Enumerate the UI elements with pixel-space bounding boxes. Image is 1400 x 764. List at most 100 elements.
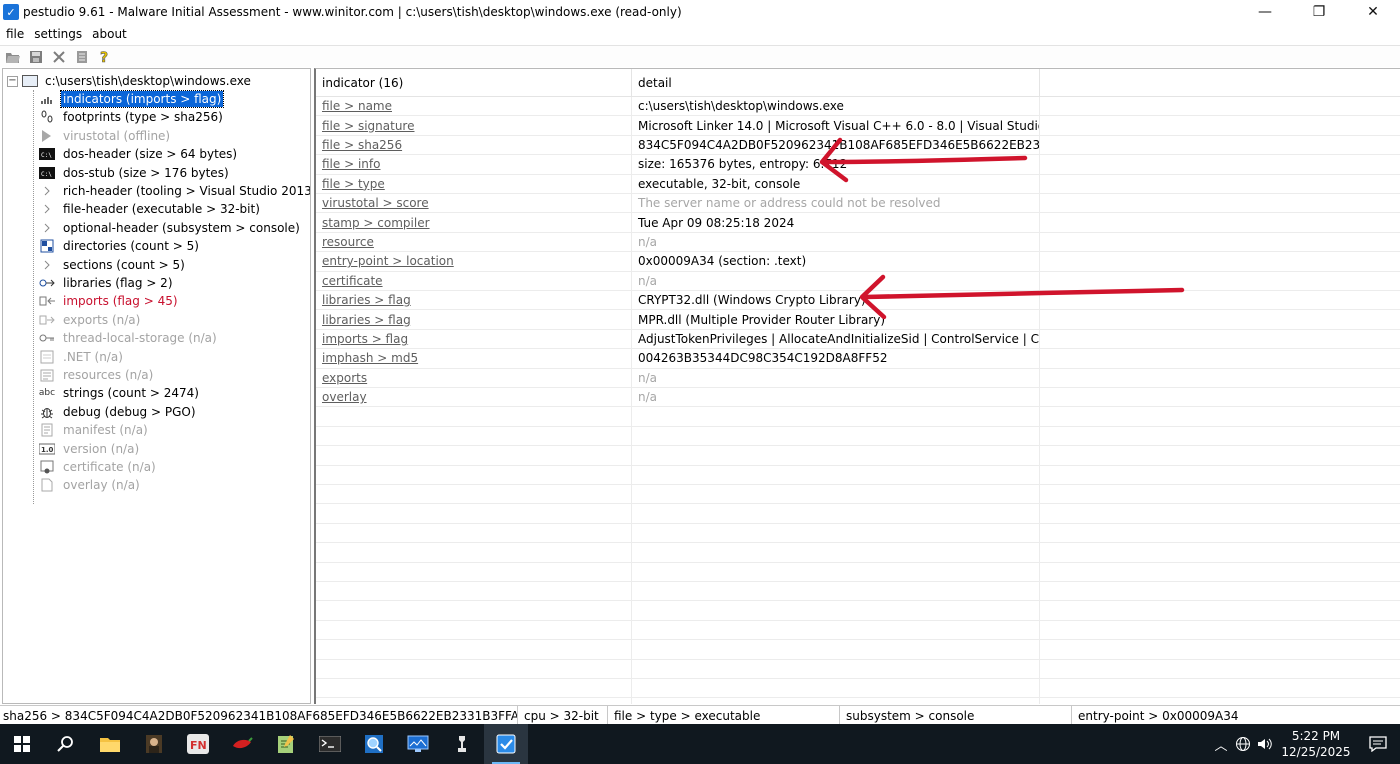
tree-item[interactable]: indicators (imports > flag) [39, 90, 225, 108]
indicator-link[interactable]: entry-point > location [322, 254, 454, 268]
empty-cell [1040, 388, 1400, 406]
chevron-up-icon[interactable]: ︿ [1210, 724, 1232, 764]
indicator-link[interactable]: overlay [322, 390, 367, 404]
file-explorer-icon[interactable] [88, 724, 132, 764]
indicator-link[interactable]: libraries > flag [322, 313, 411, 327]
empty-cell [1040, 369, 1400, 387]
pestudio-icon[interactable] [484, 724, 528, 764]
empty-cell [1040, 175, 1400, 193]
pepper-app-icon[interactable] [220, 724, 264, 764]
indicator-link[interactable]: file > signature [322, 119, 414, 133]
notepad-icon[interactable] [264, 724, 308, 764]
indicator-cell: stamp > compiler [316, 213, 632, 232]
tree-item[interactable]: 1.0 version (n/a) [39, 440, 141, 458]
terminal-icon[interactable] [308, 724, 352, 764]
tree-item[interactable]: thread-local-storage (n/a) [39, 329, 219, 347]
table-row[interactable]: libraries > flag CRYPT32.dll (Windows Cry… [316, 291, 1400, 311]
indicator-link[interactable]: exports [322, 371, 367, 385]
tree-item[interactable]: exports (n/a) [39, 311, 142, 329]
table-row[interactable]: entry-point > location 0x00009A34 (sectio… [316, 252, 1400, 272]
table-row[interactable]: file > info size: 165376 bytes, entropy: … [316, 155, 1400, 175]
tree-item[interactable]: debug (debug > PGO) [39, 403, 198, 421]
indicator-link[interactable]: imphash > md5 [322, 351, 418, 365]
indicator-link[interactable]: imports > flag [322, 332, 408, 346]
table-row[interactable]: file > name c:\users\tish\desktop\windows… [316, 97, 1400, 117]
tree-item[interactable]: C:\ dos-header (size > 64 bytes) [39, 145, 239, 163]
tree-root[interactable]: − c:\users\tish\desktop\windows.exe [7, 72, 253, 90]
indicator-link[interactable]: file > name [322, 99, 392, 113]
tree-item[interactable]: footprints (type > sha256) [39, 108, 225, 126]
tree-item[interactable]: C:\ dos-stub (size > 176 bytes) [39, 164, 231, 182]
tree-item[interactable]: certificate (n/a) [39, 458, 158, 476]
delete-icon[interactable] [49, 47, 69, 67]
empty-cell [316, 659, 632, 678]
tree-item[interactable]: manifest (n/a) [39, 421, 150, 439]
table-row[interactable]: imphash > md5 004263B35344DC98C354C192D8A… [316, 349, 1400, 369]
table-row[interactable]: file > sha256 834C5F094C4A2DB0F520962341B… [316, 135, 1400, 156]
menu-about[interactable]: about [86, 27, 131, 41]
table-row[interactable]: exports n/a [316, 368, 1400, 388]
fn-app-icon[interactable]: FN [176, 724, 220, 764]
search-icon[interactable] [44, 724, 88, 764]
tree-item-label: certificate (n/a) [63, 460, 156, 474]
indicator-link[interactable]: virustotal > score [322, 196, 429, 210]
notification-icon[interactable] [1356, 724, 1400, 764]
abc-icon: abc [38, 388, 56, 399]
empty-cell [632, 601, 1040, 620]
tree-item[interactable]: directories (count > 5) [39, 237, 201, 255]
indicator-link[interactable]: file > type [322, 177, 385, 191]
tree-item[interactable]: file-header (executable > 32-bit) [39, 200, 262, 218]
tree-item[interactable]: libraries (flag > 2) [39, 274, 175, 292]
collapse-icon[interactable]: − [7, 75, 18, 87]
table-row[interactable]: stamp > compiler Tue Apr 09 08:25:18 2024 [316, 213, 1400, 233]
detail-text: n/a [638, 370, 658, 385]
list-icon[interactable] [72, 47, 92, 67]
indicator-link[interactable]: resource [322, 235, 374, 249]
magnifier-icon[interactable] [352, 724, 396, 764]
start-icon[interactable] [0, 724, 44, 764]
chess-icon[interactable] [440, 724, 484, 764]
table-row[interactable]: imports > flag AdjustTokenPrivileges | Al… [316, 329, 1400, 350]
menu-settings[interactable]: settings [28, 27, 86, 41]
indicator-link[interactable]: stamp > compiler [322, 216, 430, 230]
open-icon[interactable] [3, 47, 23, 67]
indicator-link[interactable]: file > info [322, 157, 380, 171]
globe-icon[interactable] [1232, 724, 1254, 764]
tree-item[interactable]: .NET (n/a) [39, 348, 125, 366]
empty-cell [1040, 330, 1400, 348]
indicator-link[interactable]: certificate [322, 274, 383, 288]
tree-item[interactable]: resources (n/a) [39, 366, 155, 384]
table-row[interactable]: certificate n/a [316, 271, 1400, 291]
help-icon[interactable]: ? [95, 47, 115, 67]
minimize-icon[interactable]: — [1238, 0, 1292, 24]
taskbar: FN ︿ 5:22 PM 12/25/2025 [0, 724, 1400, 764]
tree-item[interactable]: sections (count > 5) [39, 256, 187, 274]
empty-cell [316, 601, 632, 620]
executable-icon [22, 75, 38, 87]
tree-item[interactable]: overlay (n/a) [39, 476, 142, 494]
column-indicator[interactable]: indicator (16) [316, 69, 632, 97]
table-row[interactable]: libraries > flag MPR.dll (Multiple Provid… [316, 310, 1400, 330]
menu-file[interactable]: file [0, 27, 28, 41]
clock[interactable]: 5:22 PM 12/25/2025 [1276, 728, 1356, 760]
monitor-icon[interactable] [396, 724, 440, 764]
speaker-icon[interactable] [1254, 724, 1276, 764]
save-icon[interactable] [26, 47, 46, 67]
indicator-link[interactable]: libraries > flag [322, 293, 411, 307]
table-row[interactable]: overlay n/a [316, 388, 1400, 408]
tree-item[interactable]: rich-header (tooling > Visual Studio 201… [39, 182, 310, 200]
table-row[interactable]: file > type executable, 32-bit, console [316, 174, 1400, 194]
app-portrait-icon[interactable] [132, 724, 176, 764]
table-row[interactable]: file > signature Microsoft Linker 14.0 | … [316, 116, 1400, 136]
column-detail[interactable]: detail [632, 69, 1040, 97]
table-row[interactable]: resource n/a [316, 232, 1400, 253]
empty-cell [632, 582, 1040, 601]
maximize-icon[interactable]: ❐ [1292, 0, 1346, 24]
table-row[interactable]: virustotal > score The server name or add… [316, 194, 1400, 214]
indicator-link[interactable]: file > sha256 [322, 138, 402, 152]
tree-item[interactable]: abc strings (count > 2474) [39, 384, 201, 402]
tree-item[interactable]: virustotal (offline) [39, 127, 172, 145]
tree-item[interactable]: optional-header (subsystem > console) [39, 219, 302, 237]
tree-item[interactable]: imports (flag > 45) [39, 292, 180, 310]
close-icon[interactable]: ✕ [1346, 0, 1400, 24]
